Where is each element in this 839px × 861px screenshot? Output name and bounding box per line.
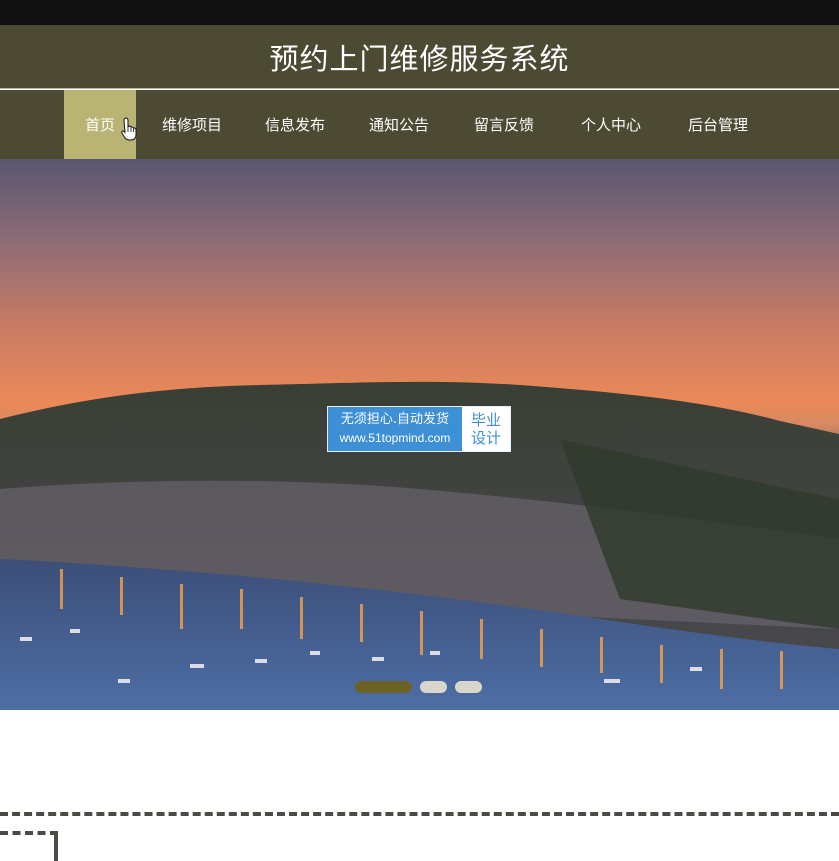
watermark-badge-line1: 毕业 [470, 411, 501, 429]
nav-item-info-publish[interactable]: 信息发布 [253, 90, 337, 159]
nav-item-feedback[interactable]: 留言反馈 [462, 90, 546, 159]
nav-item-admin[interactable]: 后台管理 [676, 90, 760, 159]
browser-top-bar [0, 0, 839, 25]
hand-pointer-cursor-icon [121, 117, 137, 141]
nav-item-repair-projects[interactable]: 维修项目 [150, 90, 234, 159]
nav-item-notices[interactable]: 通知公告 [357, 90, 441, 159]
watermark-badge: 无须担心.自动发货 www.51topmind.com 毕业 设计 [327, 406, 511, 452]
watermark-badge-label: 毕业 设计 [462, 407, 510, 451]
watermark-text: 无须担心.自动发货 www.51topmind.com [328, 407, 462, 451]
section-divider [0, 812, 839, 816]
site-title: 预约上门维修服务系统 [269, 41, 570, 76]
carousel-indicator-3[interactable] [455, 681, 482, 693]
watermark-url: www.51topmind.com [339, 431, 451, 445]
carousel-indicator-1[interactable] [355, 681, 412, 693]
carousel-indicators [355, 681, 482, 695]
nav-item-personal-center[interactable]: 个人中心 [569, 90, 653, 159]
carousel-indicator-2[interactable] [420, 681, 447, 693]
site-header: 预约上门维修服务系统 [0, 25, 839, 89]
watermark-badge-line2: 设计 [470, 429, 501, 447]
watermark-slogan: 无须担心.自动发货 [340, 412, 450, 427]
